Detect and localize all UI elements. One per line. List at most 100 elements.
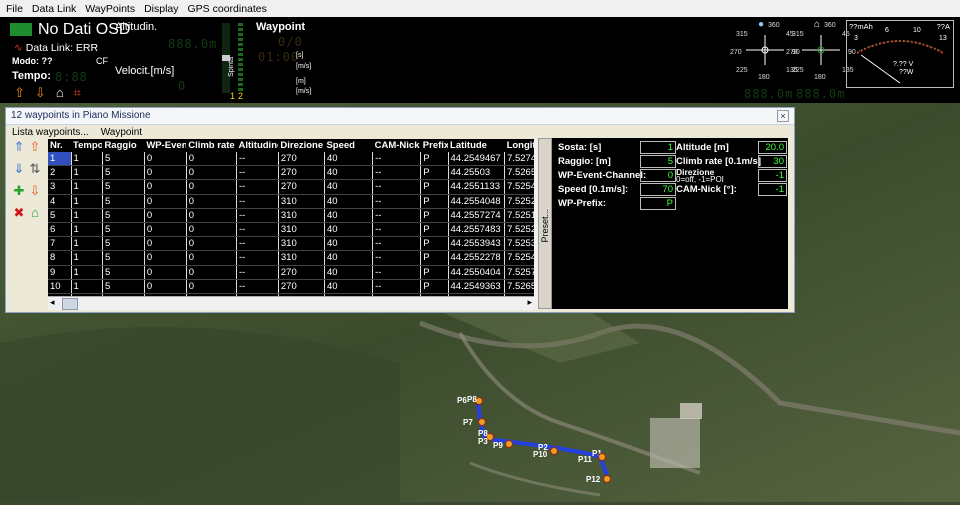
table-cell[interactable]: P	[420, 194, 449, 209]
table-cell[interactable]: 4	[48, 194, 72, 209]
waypoint-pin[interactable]	[598, 453, 606, 461]
table-cell[interactable]: 0	[186, 279, 237, 294]
table-cell[interactable]: 40	[324, 265, 374, 280]
table-cell[interactable]: 2	[48, 165, 72, 181]
col-climb-rate[interactable]: Climb rate	[186, 139, 237, 152]
waypoint-label-p9[interactable]: P9	[493, 441, 503, 450]
table-cell[interactable]: 1	[71, 194, 103, 209]
upload-icon[interactable]: ⇧	[14, 85, 25, 101]
table-cell[interactable]: --	[372, 222, 422, 238]
table-cell[interactable]: --	[236, 250, 279, 266]
table-cell[interactable]: --	[236, 179, 279, 195]
table-cell[interactable]: 7.525238	[504, 222, 534, 238]
table-cell[interactable]: 40	[324, 222, 374, 238]
table-cell[interactable]: 0	[144, 208, 187, 223]
table-cell[interactable]: 40	[324, 194, 374, 209]
col-direzione[interactable]: Direzione	[278, 139, 325, 152]
grid-icon[interactable]: ⌗	[74, 85, 81, 101]
table-cell[interactable]: 40	[324, 152, 374, 167]
sosta-input[interactable]: 1	[640, 141, 676, 154]
table-cell[interactable]: P	[420, 165, 449, 181]
table-cell[interactable]: --	[372, 208, 422, 223]
table-cell[interactable]: 5	[102, 152, 145, 167]
table-cell[interactable]: P	[420, 250, 449, 266]
preset-tab[interactable]: Preset...	[538, 138, 552, 309]
waypoint-label-p11[interactable]: P11	[578, 455, 592, 464]
table-cell[interactable]: 44.2557483	[448, 222, 506, 238]
table-cell[interactable]: 40	[324, 279, 374, 294]
table-cell[interactable]: --	[372, 194, 422, 209]
table-cell[interactable]: 7.525744	[504, 265, 534, 280]
download-wp-icon[interactable]: ⇩	[28, 184, 42, 198]
table-cell[interactable]: 5	[48, 208, 72, 223]
menu-file[interactable]: File	[6, 3, 23, 15]
table-cell[interactable]: 40	[324, 179, 374, 195]
table-cell[interactable]: P	[420, 236, 449, 252]
col-latitude[interactable]: Latitude	[448, 139, 505, 152]
table-cell[interactable]: P	[420, 265, 449, 280]
col-wp-event[interactable]: WP-Event	[144, 139, 187, 152]
horizontal-scrollbar[interactable]: ◂ ▸	[48, 296, 534, 310]
table-cell[interactable]: 5	[102, 179, 145, 195]
table-cell[interactable]: 44.2549363	[448, 279, 506, 294]
delete-icon[interactable]: ✖	[12, 206, 26, 220]
table-cell[interactable]: 0	[144, 236, 187, 252]
table-cell[interactable]: 7.526528	[504, 165, 534, 181]
table-cell[interactable]: 7.525105	[504, 208, 534, 223]
table-cell[interactable]: 0	[186, 194, 237, 209]
table-cell[interactable]: 8	[48, 250, 72, 266]
table-cell[interactable]: 7.525213	[504, 194, 534, 209]
waypoint-pin[interactable]	[603, 475, 611, 483]
upload-wp-icon[interactable]: ⇧	[28, 140, 42, 154]
waypoint-pin[interactable]	[478, 418, 486, 426]
table-cell[interactable]: 0	[144, 179, 187, 195]
table-cell[interactable]: P	[420, 208, 449, 223]
waypoint-label-p6[interactable]: P6	[457, 396, 467, 405]
table-cell[interactable]: 0	[144, 165, 187, 181]
table-cell[interactable]: 270	[278, 179, 325, 195]
table-cell[interactable]: 7.526516	[504, 279, 534, 294]
table-cell[interactable]: 0	[144, 265, 187, 280]
table-cell[interactable]: --	[236, 152, 279, 167]
table-cell[interactable]: 0	[186, 222, 237, 238]
table-cell[interactable]: 0	[144, 250, 187, 266]
col-tempo[interactable]: Tempo	[71, 139, 103, 152]
reverse-icon[interactable]: ⇅	[28, 162, 42, 176]
move-down-icon[interactable]: ⇓	[12, 162, 26, 176]
table-cell[interactable]: --	[236, 265, 279, 280]
tab-lista-waypoints[interactable]: Lista waypoints...	[12, 127, 89, 138]
table-cell[interactable]: --	[236, 208, 279, 223]
tab-waypoint[interactable]: Waypoint	[101, 127, 142, 138]
scroll-thumb[interactable]	[62, 298, 78, 310]
table-cell[interactable]: 1	[71, 279, 103, 294]
scroll-right-icon[interactable]: ▸	[527, 297, 532, 308]
waypoint-label-p12[interactable]: P12	[586, 475, 600, 484]
table-cell[interactable]: 6	[48, 222, 72, 238]
table-cell[interactable]: 1	[48, 152, 72, 167]
table-cell[interactable]: 0	[186, 265, 237, 280]
table-cell[interactable]: 44.2550404	[448, 265, 506, 280]
table-cell[interactable]: 0	[186, 165, 237, 181]
table-cell[interactable]: 270	[278, 165, 325, 181]
table-cell[interactable]: 0	[186, 179, 237, 195]
waypoint-pin[interactable]	[505, 440, 513, 448]
table-cell[interactable]: 7	[48, 236, 72, 252]
home-wp-icon[interactable]: ⌂	[28, 206, 42, 220]
climb-rate-input[interactable]: 30	[758, 155, 787, 168]
table-cell[interactable]: 310	[278, 222, 325, 238]
table-cell[interactable]: 0	[186, 208, 237, 223]
table-cell[interactable]: 40	[324, 236, 374, 252]
table-cell[interactable]: 3	[48, 179, 72, 195]
table-cell[interactable]: 270	[278, 279, 325, 294]
table-cell[interactable]: 44.25503	[448, 165, 506, 181]
table-cell[interactable]: 310	[278, 250, 325, 266]
table-cell[interactable]: 0	[144, 152, 187, 167]
col-nr[interactable]: Nr.	[48, 139, 72, 152]
table-cell[interactable]: P	[420, 152, 449, 167]
table-cell[interactable]: 44.2557274	[448, 208, 506, 223]
waypoint-label-p8[interactable]: P8	[467, 395, 477, 404]
table-cell[interactable]: P	[420, 222, 449, 238]
table-cell[interactable]: 5	[102, 279, 145, 294]
table-cell[interactable]: 270	[278, 152, 325, 167]
col-altitudine[interactable]: Altitudine	[236, 139, 279, 152]
